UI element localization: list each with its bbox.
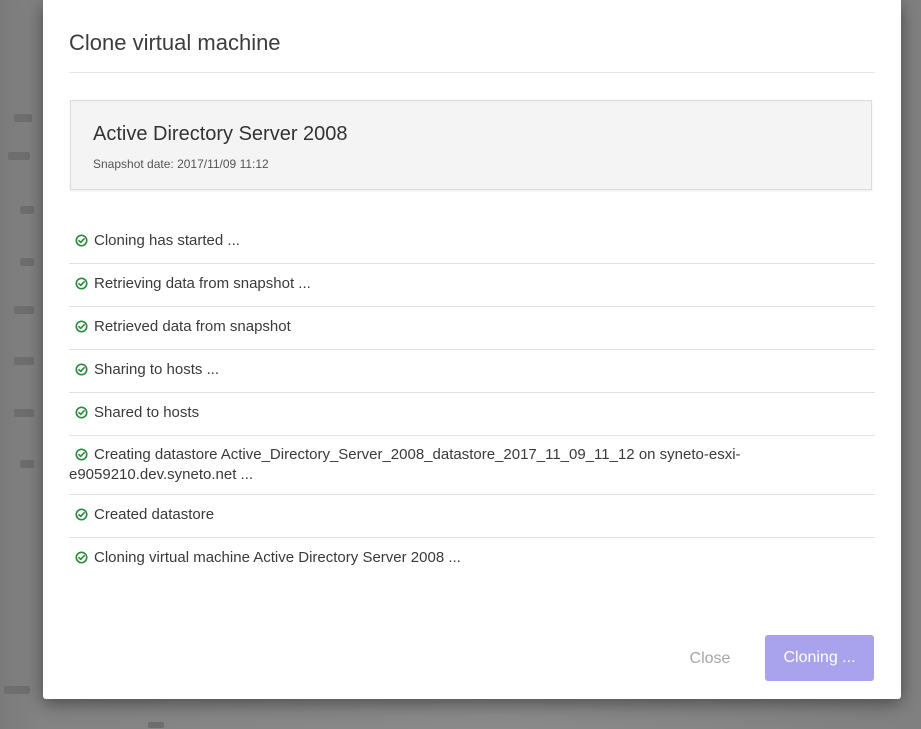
close-button[interactable]: Close xyxy=(670,636,750,682)
background-text xyxy=(20,258,34,266)
check-circle-icon xyxy=(75,320,88,333)
background-text xyxy=(8,152,30,160)
check-circle-icon xyxy=(75,508,88,521)
progress-step: Retrieving data from snapshot ... xyxy=(69,264,875,307)
background-text xyxy=(4,686,30,694)
step-text: Cloning has started ... xyxy=(94,232,240,249)
check-circle-icon xyxy=(75,277,88,290)
step-text: Sharing to hosts ... xyxy=(94,361,220,378)
step-text: Created datastore xyxy=(94,506,215,523)
vm-summary-card: Active Directory Server 2008 Snapshot da… xyxy=(70,100,872,190)
progress-steps-list: Cloning has started ... Retrieving data … xyxy=(69,221,875,580)
check-circle-icon xyxy=(75,234,88,247)
check-circle-icon xyxy=(75,448,88,461)
clone-vm-dialog: Clone virtual machine Active Directory S… xyxy=(43,0,901,699)
step-text: Cloning virtual machine Active Directory… xyxy=(94,549,461,566)
vm-name: Active Directory Server 2008 xyxy=(93,123,348,145)
background-text xyxy=(14,409,34,417)
progress-step: Retrieved data from snapshot xyxy=(69,307,875,350)
progress-step: Cloning has started ... xyxy=(69,221,875,264)
dialog-title: Clone virtual machine xyxy=(69,30,281,55)
snapshot-date: Snapshot date: 2017/11/09 11:12 xyxy=(93,157,269,171)
background-text xyxy=(14,114,32,122)
progress-step: Creating datastore Active_Directory_Serv… xyxy=(69,436,875,495)
cloning-button[interactable]: Cloning ... xyxy=(765,635,874,681)
progress-step: Shared to hosts xyxy=(69,393,875,436)
title-divider xyxy=(69,72,875,73)
background-text xyxy=(20,460,34,468)
background-text xyxy=(14,357,34,365)
progress-step: Created datastore xyxy=(69,495,875,538)
step-text: Retrieved data from snapshot xyxy=(94,318,291,335)
progress-step: Cloning virtual machine Active Directory… xyxy=(69,538,875,580)
check-circle-icon xyxy=(75,551,88,564)
progress-step: Sharing to hosts ... xyxy=(69,350,875,393)
background-text xyxy=(148,722,164,728)
background-text xyxy=(14,306,34,314)
step-text: Shared to hosts xyxy=(94,404,200,421)
check-circle-icon xyxy=(75,363,88,376)
step-text: Retrieving data from snapshot ... xyxy=(94,275,311,292)
background-text xyxy=(20,206,34,214)
step-text: Creating datastore Active_Directory_Serv… xyxy=(69,446,741,483)
check-circle-icon xyxy=(75,406,88,419)
